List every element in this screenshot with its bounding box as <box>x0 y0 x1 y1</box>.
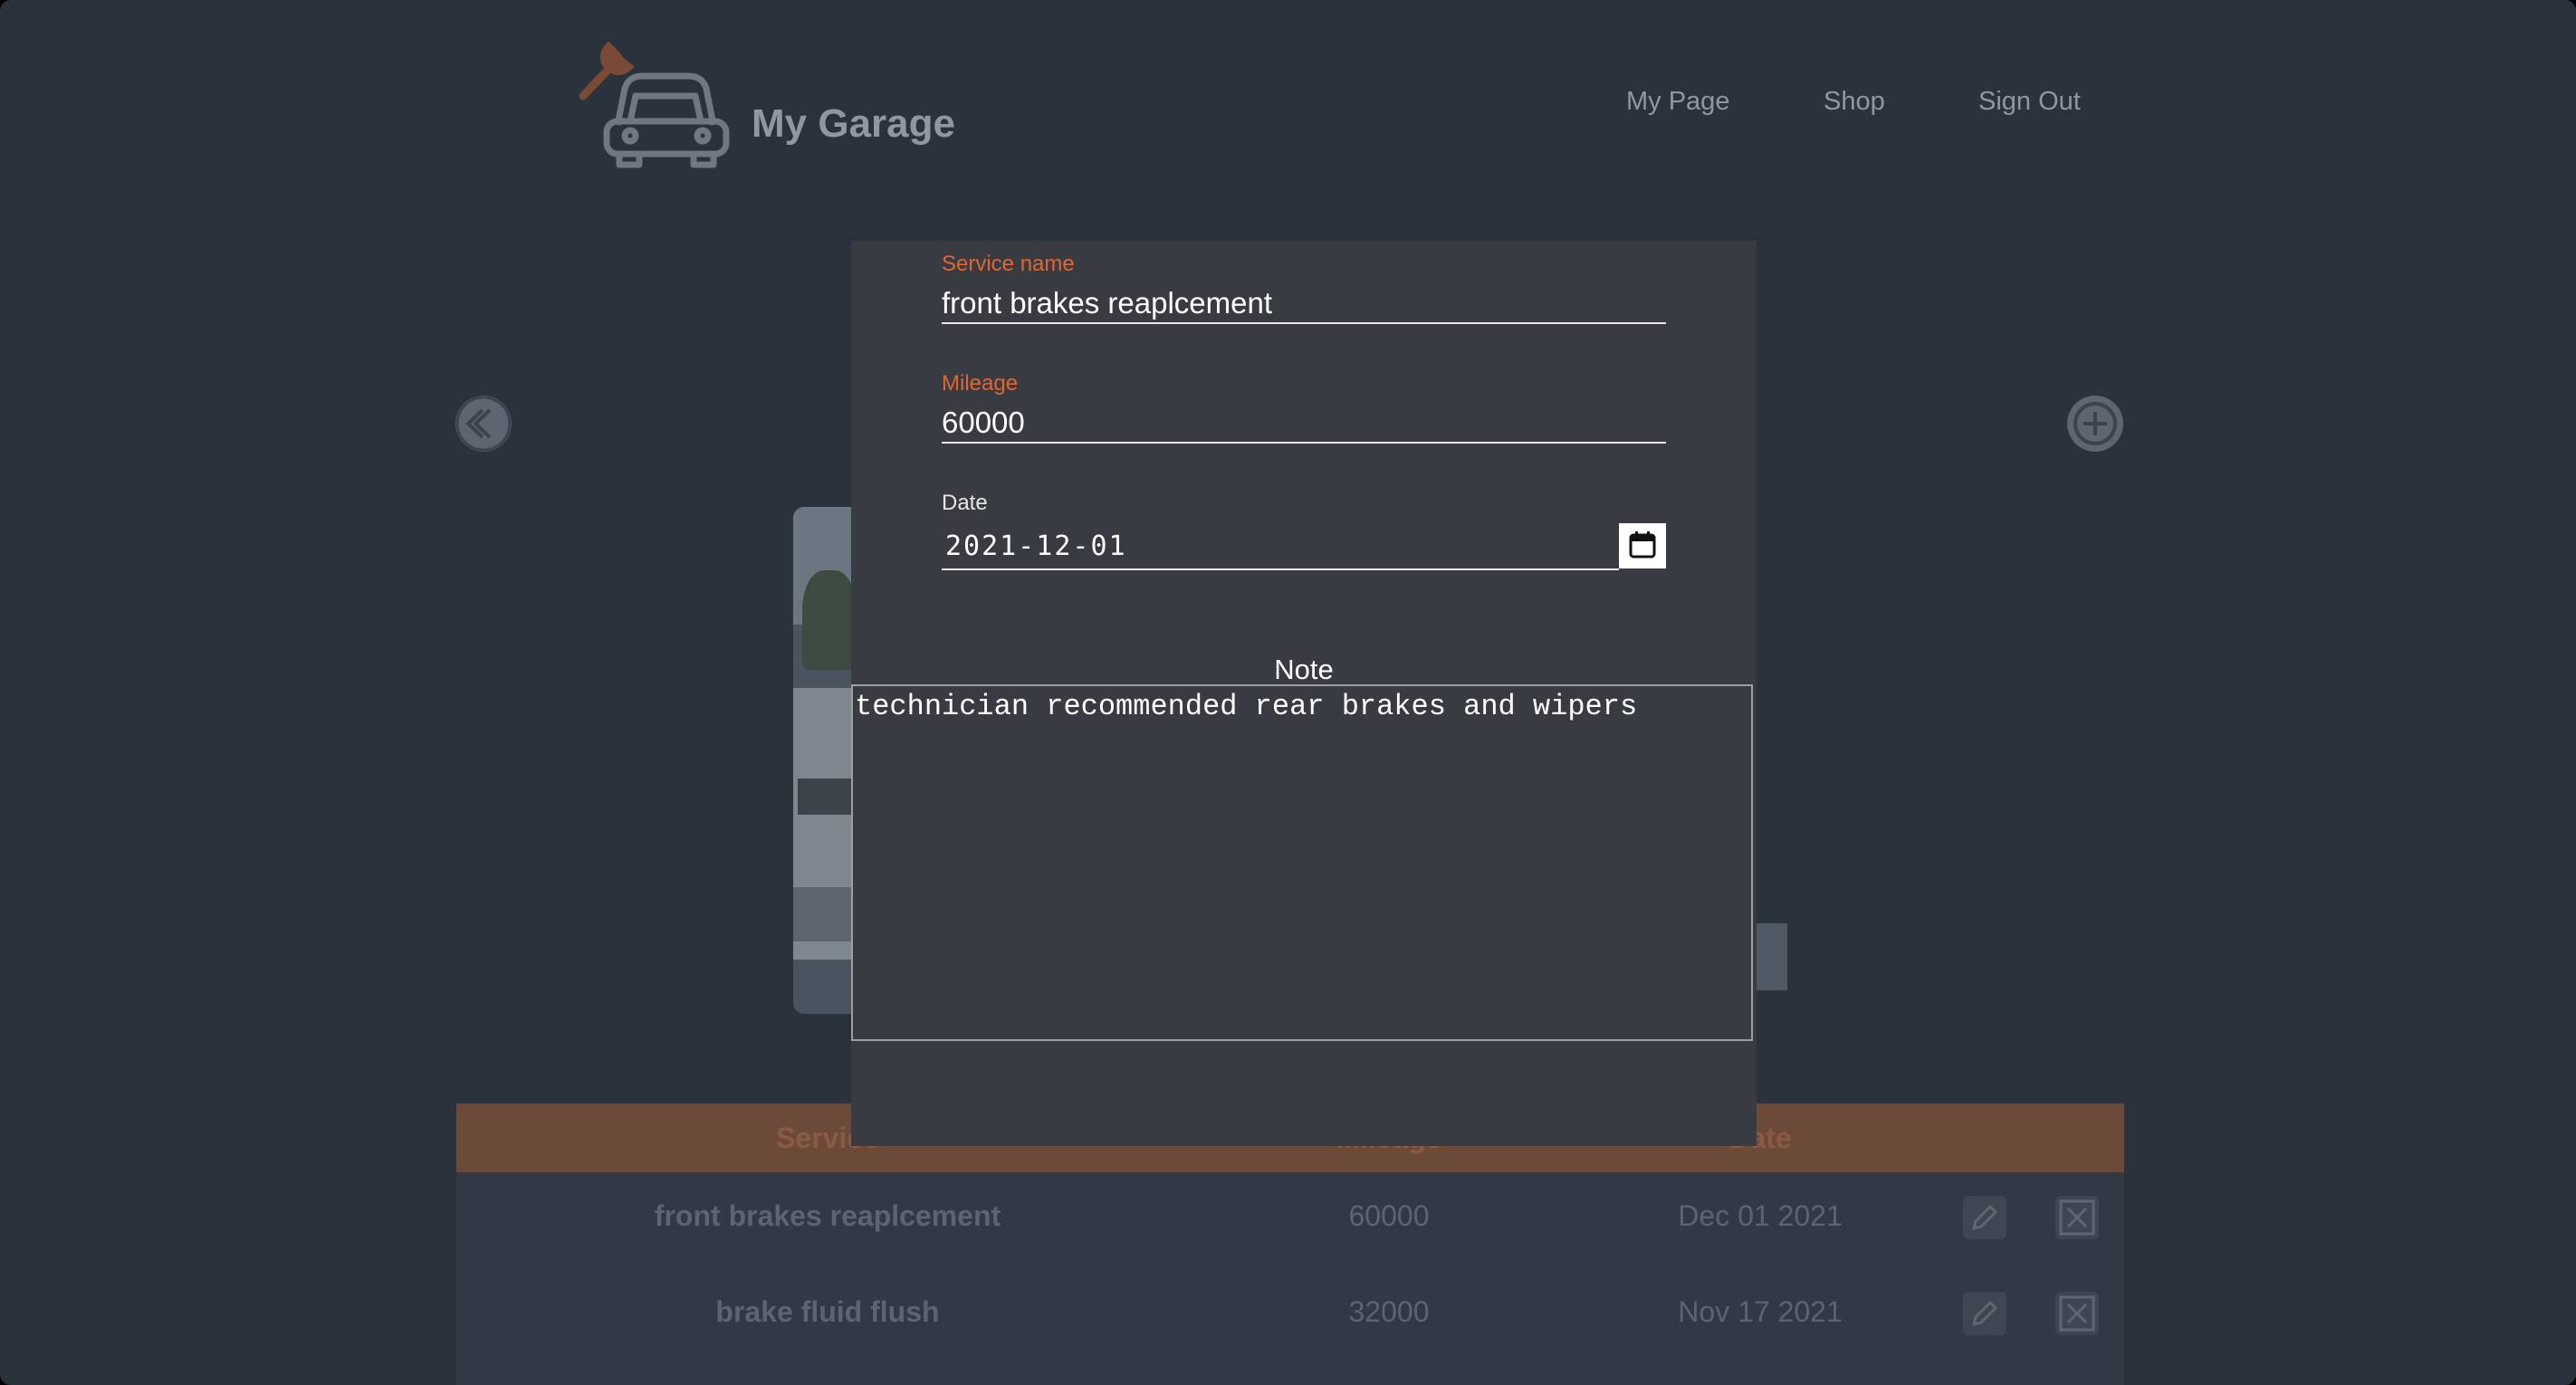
close-icon <box>2059 1295 2095 1332</box>
row-service: front brakes reaplcement <box>654 1199 1001 1232</box>
calendar-icon <box>1629 531 1656 559</box>
brand-title[interactable]: My Garage <box>752 101 955 147</box>
date-input[interactable]: 2021-12-01 <box>945 530 1127 562</box>
note-textarea[interactable]: technician recommended rear brakes and w… <box>851 684 1753 1041</box>
service-name-label: Service name <box>942 252 1075 276</box>
car-wrench-icon[interactable] <box>572 34 735 170</box>
plus-icon <box>2073 402 2117 445</box>
nav-sign-out[interactable]: Sign Out <box>1978 87 2081 117</box>
date-underline <box>942 568 1619 570</box>
edit-button[interactable] <box>1963 1196 2006 1239</box>
row-service: brake fluid flush <box>715 1295 940 1328</box>
nav-my-page[interactable]: My Page <box>1626 87 1729 117</box>
mileage-underline <box>942 442 1666 444</box>
prev-button[interactable] <box>455 396 512 452</box>
table-row: brake fluid flush 32000 Nov 17 2021 <box>456 1268 2124 1363</box>
mileage-input[interactable]: 60000 <box>942 406 1025 440</box>
row-date: Dec 01 2021 <box>1678 1199 1843 1232</box>
pencil-icon <box>1971 1300 1998 1327</box>
pencil-icon <box>1971 1204 1998 1231</box>
edit-service-modal: Service name front brakes reaplcement Mi… <box>851 241 1757 1146</box>
chevron-left-icon <box>455 396 512 452</box>
service-name-underline <box>942 322 1666 324</box>
nav-shop[interactable]: Shop <box>1824 87 1885 117</box>
calendar-button[interactable] <box>1619 523 1666 568</box>
add-button[interactable] <box>2067 396 2123 452</box>
car-image[interactable] <box>793 507 857 1014</box>
date-label: Date <box>942 491 988 515</box>
app-window: My Garage My Page Shop Sign Out Service … <box>0 0 2576 1385</box>
delete-button[interactable] <box>2055 1196 2099 1239</box>
delete-button[interactable] <box>2055 1292 2099 1335</box>
row-date: Nov 17 2021 <box>1678 1295 1843 1328</box>
mileage-label: Mileage <box>942 371 1019 396</box>
row-mileage: 32000 <box>1348 1295 1430 1328</box>
table-row: front brakes reaplcement 60000 Dec 01 20… <box>456 1172 2124 1267</box>
service-name-input[interactable]: front brakes reaplcement <box>942 286 1272 320</box>
row-mileage: 60000 <box>1348 1199 1430 1232</box>
close-icon <box>2059 1199 2095 1236</box>
note-label: Note <box>1274 654 1334 685</box>
edit-button[interactable] <box>1963 1292 2006 1335</box>
